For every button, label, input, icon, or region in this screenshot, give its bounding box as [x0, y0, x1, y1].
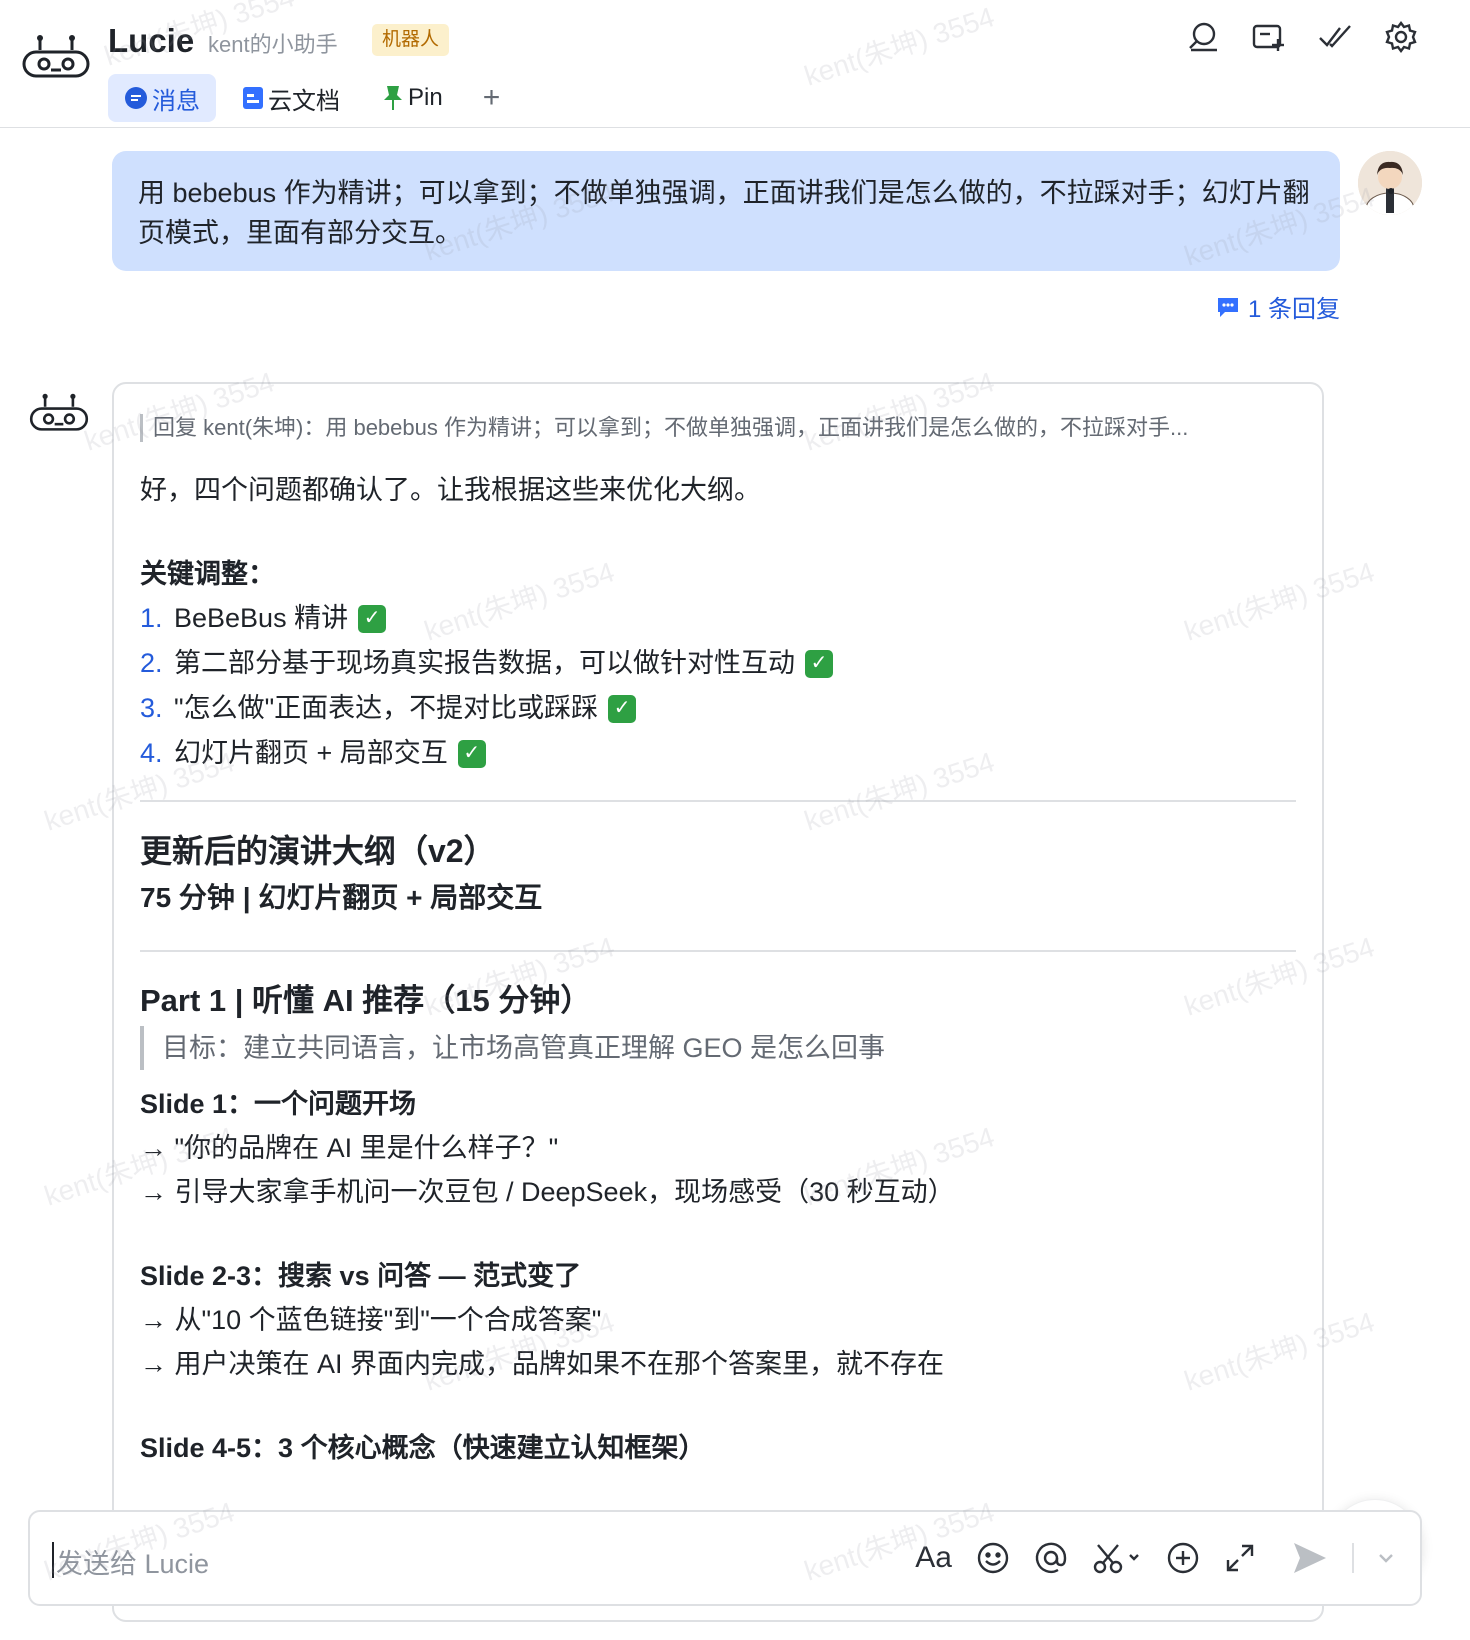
divider [140, 950, 1296, 952]
emoji-button[interactable] [976, 1538, 1010, 1578]
list-text: 第二部分基于现场真实报告数据，可以做针对性互动 [174, 648, 795, 678]
slide1-line: → 引导大家拿手机问一次豆包 / DeepSeek，现场感受（30 秒互动） [140, 1177, 955, 1207]
outline-subtitle: 75 分钟 | 幻灯片翻页 + 局部交互 [140, 882, 543, 913]
slide1-line: → "你的品牌在 AI 里是什么样子？" [140, 1133, 559, 1163]
chat-title: Lucie [108, 22, 195, 59]
divider [140, 800, 1296, 802]
add-tab-button[interactable]: + [469, 81, 515, 115]
emoji-icon [977, 1542, 1009, 1574]
bot-avatar[interactable] [18, 18, 94, 94]
chat-bubble-icon [124, 86, 148, 110]
check-mark-icon: ✓ [358, 604, 387, 633]
text-caret [52, 1542, 54, 1578]
toolbar-divider [1352, 1543, 1354, 1573]
pin-icon [382, 85, 404, 111]
bot-message-card[interactable]: 回复 kent(朱坤)：用 bebebus 作为精讲；可以拿到；不做单独强调，正… [112, 382, 1324, 1622]
user-avatar[interactable] [1358, 151, 1422, 215]
scissors-icon [1093, 1544, 1139, 1574]
add-attachment-button[interactable] [1166, 1538, 1200, 1578]
list-text: 幻灯片翻页 + 局部交互 [174, 738, 448, 768]
list-text: "怎么做"正面表达，不提对比或踩踩 [174, 693, 599, 723]
slide45-title: Slide 4-5：3 个核心概念（快速建立认知框架） [140, 1433, 706, 1463]
part1-title: Part 1 | 听懂 AI 推荐（15 分钟） [140, 983, 592, 1018]
slide23-line: → 用户决策在 AI 界面内完成，品牌如果不在那个答案里，就不存在 [140, 1349, 945, 1379]
screenshot-button[interactable] [1092, 1538, 1142, 1578]
list-number: 2. [140, 648, 163, 678]
list-number: 3. [140, 693, 163, 723]
plus-circle-icon [1167, 1542, 1199, 1574]
tab-docs-label: 云文档 [268, 87, 340, 115]
check-mark-icon: ✓ [608, 694, 637, 723]
check-done-icon[interactable] [1318, 20, 1352, 54]
mention-button[interactable] [1034, 1538, 1068, 1578]
new-group-icon[interactable] [1252, 20, 1286, 54]
reply-thread-icon [1217, 297, 1238, 317]
format-text-button[interactable]: Aa [915, 1538, 952, 1578]
list-item: 4. 幻灯片翻页 + 局部交互 ✓ [140, 731, 1296, 776]
slide1-title: Slide 1：一个问题开场 [140, 1089, 417, 1119]
check-mark-icon: ✓ [805, 649, 833, 678]
list-item: 1. BeBeBus 精讲 ✓ [140, 596, 1296, 641]
tab-pin[interactable]: Pin [366, 74, 459, 122]
list-item: 3. "怎么做"正面表达，不提对比或踩踩 ✓ [140, 686, 1296, 731]
chat-tabs: 消息 云文档 Pin + [108, 74, 514, 122]
bot-intro-text: 好，四个问题都确认了。让我根据这些来优化大纲。 [140, 475, 761, 505]
tab-messages[interactable]: 消息 [108, 74, 216, 122]
user-message-bubble[interactable]: 用 bebebus 作为精讲；可以拿到；不做单独强调，正面讲我们是怎么做的，不拉… [112, 151, 1340, 271]
list-text: BeBeBus 精讲 [174, 603, 349, 633]
slide23-line: → 从"10 个蓝色链接"到"一个合成答案" [140, 1305, 602, 1335]
format-text-icon: Aa [915, 1541, 952, 1574]
tab-docs[interactable]: 云文档 [226, 74, 356, 122]
bot-message-avatar[interactable] [26, 379, 92, 445]
reply-count-label: 1 条回复 [1247, 296, 1340, 323]
at-mention-icon [1035, 1542, 1067, 1574]
doc-icon [242, 86, 264, 110]
expand-icon [1226, 1544, 1254, 1572]
chat-subtitle: kent的小助手 [208, 32, 338, 57]
message-input-box[interactable]: 发送给 Lucie Aa [28, 1510, 1422, 1606]
tab-pin-label: Pin [408, 84, 443, 111]
expand-editor-button[interactable] [1224, 1538, 1256, 1578]
search-chat-icon[interactable] [1186, 20, 1220, 54]
reply-count-link[interactable]: 1 条回复 [1216, 289, 1340, 324]
outline-title: 更新后的演讲大纲（v2） [140, 833, 496, 869]
chevron-down-icon [1379, 1554, 1393, 1563]
list-number: 1. [140, 603, 163, 633]
message-input-placeholder[interactable]: 发送给 Lucie [56, 1542, 209, 1581]
tab-messages-label: 消息 [152, 87, 200, 115]
send-options-button[interactable] [1378, 1538, 1394, 1578]
bot-badge: 机器人 [372, 24, 450, 56]
chat-area: 用 bebebus 作为精讲；可以拿到；不做单独强调，正面讲我们是怎么做的，不拉… [0, 129, 1470, 1640]
part1-goal-quote: 目标：建立共同语言，让市场高管真正理解 GEO 是怎么回事 [140, 1026, 1296, 1070]
key-adjustments-heading: 关键调整： [140, 559, 275, 589]
list-number: 4. [140, 738, 163, 768]
gear-icon[interactable] [1384, 20, 1418, 54]
list-item: 2. 第二部分基于现场真实报告数据，可以做针对性互动 ✓ [140, 641, 1296, 686]
chat-header: Lucie kent的小助手 机器人 消息 云文档 Pin + [0, 0, 1470, 128]
send-icon [1294, 1543, 1326, 1573]
quoted-reply[interactable]: 回复 kent(朱坤)：用 bebebus 作为精讲；可以拿到；不做单独强调，正… [140, 414, 1296, 442]
slide23-title: Slide 2-3：搜索 vs 问答 — 范式变了 [140, 1261, 582, 1291]
send-button[interactable] [1292, 1538, 1328, 1578]
header-actions [1186, 20, 1418, 54]
input-toolbar: Aa [915, 1538, 1394, 1578]
check-mark-icon: ✓ [457, 739, 486, 768]
